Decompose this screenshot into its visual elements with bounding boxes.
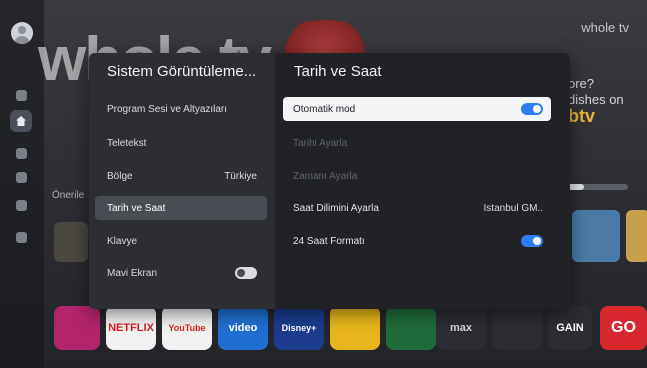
date-time-panel: Tarih ve Saat Otomatik mod Tarihi Ayarla…: [275, 53, 570, 309]
time-zone-value: Istanbul GM..: [483, 202, 543, 214]
recommended-tile[interactable]: [54, 222, 88, 262]
region-value: Türkiye: [224, 170, 257, 182]
left-panel-title: Sistem Görüntüleme...: [107, 63, 257, 80]
24h-format-row[interactable]: 24 Saat Formatı: [283, 229, 551, 253]
app-tile-primevideo[interactable]: video: [218, 306, 268, 350]
menu-item-region[interactable]: Bölge Türkiye: [95, 164, 267, 188]
menu-item-date-time[interactable]: Tarih ve Saat: [95, 196, 267, 220]
app-tile-netflix[interactable]: NETFLIX: [106, 306, 156, 350]
search-icon[interactable]: [16, 90, 27, 101]
system-settings-panel: Sistem Görüntüleme... Program Sesi ve Al…: [89, 53, 275, 309]
apps-icon[interactable]: [16, 200, 27, 211]
set-date-row: Tarihi Ayarla: [293, 137, 348, 149]
menu-item-keyboard[interactable]: Klavye: [95, 229, 267, 253]
24h-format-toggle[interactable]: [521, 235, 543, 247]
carousel-indicator: [566, 184, 628, 190]
app-tile-disney[interactable]: Disney+: [274, 306, 324, 350]
store-icon[interactable]: [16, 172, 27, 183]
app-tile[interactable]: [54, 306, 100, 350]
recommended-tile[interactable]: [572, 210, 620, 262]
settings-icon[interactable]: [16, 232, 27, 243]
settings-dialog: Sistem Görüntüleme... Program Sesi ve Al…: [89, 53, 570, 309]
right-panel-title: Tarih ve Saat: [294, 63, 382, 80]
app-tile-go[interactable]: GO: [600, 306, 647, 350]
recommended-label: Önerile: [52, 190, 85, 201]
app-tile[interactable]: [492, 306, 542, 350]
menu-item-teletext[interactable]: Teletekst: [95, 131, 267, 155]
recommended-tile[interactable]: [626, 210, 647, 262]
app-tile-youtube[interactable]: YouTube: [162, 306, 212, 350]
tv-icon[interactable]: [16, 148, 27, 159]
home-icon[interactable]: [10, 110, 32, 132]
set-time-row: Zamanı Ayarla: [293, 170, 358, 182]
app-tile-max[interactable]: max: [436, 306, 486, 350]
auto-mode-row[interactable]: Otomatik mod: [283, 97, 551, 121]
app-tile[interactable]: [330, 306, 380, 350]
profile-avatar[interactable]: [11, 22, 33, 44]
menu-item-blue-screen[interactable]: Mavi Ekran: [95, 261, 267, 285]
app-tile-gain[interactable]: GAIN: [548, 306, 592, 350]
auto-mode-toggle[interactable]: [521, 103, 543, 115]
menu-item-audio-subtitles[interactable]: Program Sesi ve Altyazıları: [95, 97, 267, 121]
time-zone-row[interactable]: Saat Dilimini Ayarla Istanbul GM..: [283, 196, 551, 220]
promo-text: ore? dishes on btv: [568, 76, 624, 126]
blue-screen-toggle[interactable]: [235, 267, 257, 279]
brand-logo: whole tv: [581, 20, 629, 35]
app-tile[interactable]: [386, 306, 436, 350]
